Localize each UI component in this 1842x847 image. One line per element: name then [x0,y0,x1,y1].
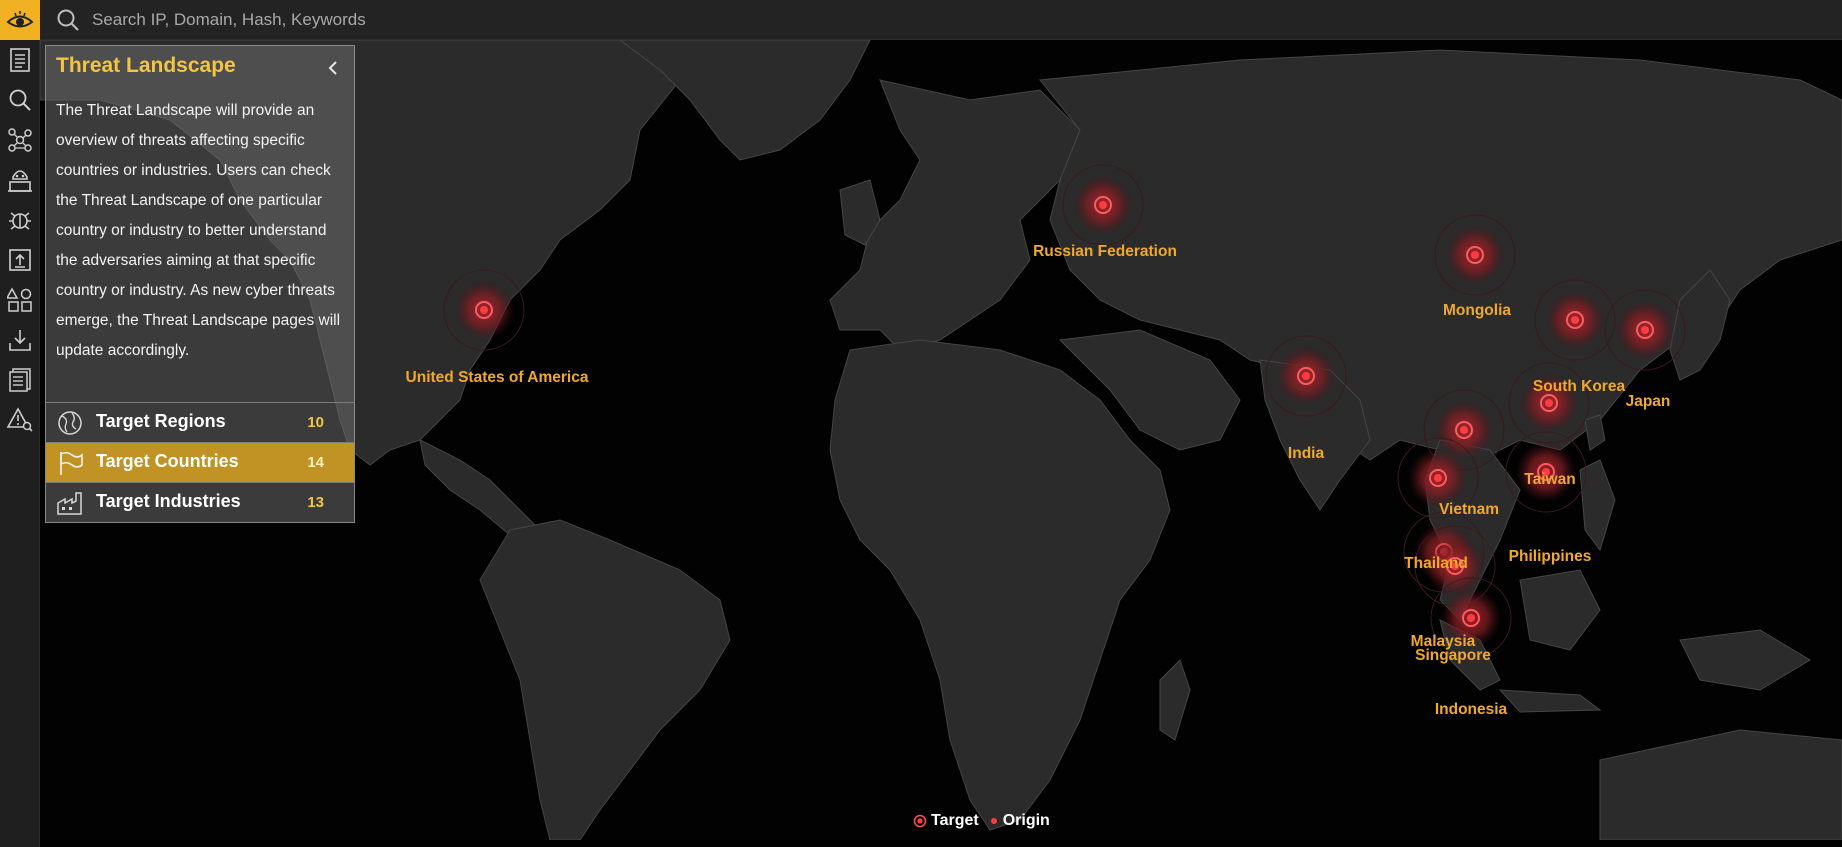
threat-landscape-app: Russian Federation United States of Amer… [0,0,1842,847]
app-logo-button[interactable] [0,0,40,40]
row-label: Target Industries [96,491,241,511]
legend-origin: Origin [989,812,1050,830]
reports-icon[interactable] [6,366,34,394]
country-label-vietnam[interactable]: Vietnam [1439,501,1499,519]
globe-icon [58,411,82,435]
row-count: 10 [307,414,324,431]
download-icon[interactable] [6,326,34,354]
map-legend: Target Origin [913,812,1060,830]
country-label-singapore[interactable]: Singapore [1415,647,1491,665]
legend-origin-label: Origin [1002,812,1050,829]
row-label: Target Countries [96,451,239,471]
hacker-icon[interactable] [6,166,34,194]
shapes-icon[interactable] [6,286,34,314]
panel-description: The Threat Landscape will provide an ove… [56,102,341,359]
eye-logo-icon [6,11,34,28]
search-bar [56,0,792,40]
row-count: 13 [307,494,324,511]
country-label-taiwan[interactable]: Taiwan [1524,471,1575,489]
country-label-south-korea[interactable]: South Korea [1533,378,1625,396]
panel-title: Threat Landscape [56,54,236,77]
target-marker[interactable] [1534,279,1616,361]
country-label-united-states-of-america[interactable]: United States of America [406,369,589,387]
target-marker[interactable] [1508,362,1590,444]
chevron-left-icon[interactable] [324,58,344,78]
country-label-philippines[interactable]: Philippines [1509,548,1592,566]
search-icon[interactable] [6,86,34,114]
document-list-icon[interactable] [6,46,34,74]
target-industries-row[interactable]: Target Industries 13 [46,482,354,522]
top-bar [0,0,1842,40]
search-input[interactable] [92,10,792,30]
target-marker-icon [913,814,927,828]
threat-landscape-panel: Threat Landscape The Threat Landscape wi… [45,45,355,523]
factory-icon [57,492,82,515]
country-label-thailand[interactable]: Thailand [1404,555,1468,573]
flag-icon [60,451,83,475]
target-marker[interactable] [1604,289,1686,371]
country-label-japan[interactable]: Japan [1626,393,1671,411]
target-marker[interactable] [1062,164,1144,246]
legend-target-label: Target [931,812,979,829]
row-count: 14 [307,454,324,471]
bug-icon[interactable] [6,206,34,234]
network-graph-icon[interactable] [6,126,34,154]
row-label: Target Regions [96,411,226,431]
alert-search-icon[interactable] [6,406,34,434]
country-label-indonesia[interactable]: Indonesia [1435,701,1507,719]
country-label-india[interactable]: India [1288,445,1324,463]
legend-target: Target [913,812,979,830]
target-marker[interactable] [1434,214,1516,296]
target-marker[interactable] [443,269,525,351]
search-icon [57,9,79,31]
country-label-mongolia[interactable]: Mongolia [1443,302,1511,320]
target-regions-row[interactable]: Target Regions 10 [46,402,354,442]
target-countries-row[interactable]: Target Countries 14 [46,442,354,482]
left-nav-rail [0,40,40,847]
upload-icon[interactable] [6,246,34,274]
origin-marker-icon [990,818,997,824]
country-label-russian-federation[interactable]: Russian Federation [1033,243,1177,261]
target-marker[interactable] [1265,335,1347,417]
